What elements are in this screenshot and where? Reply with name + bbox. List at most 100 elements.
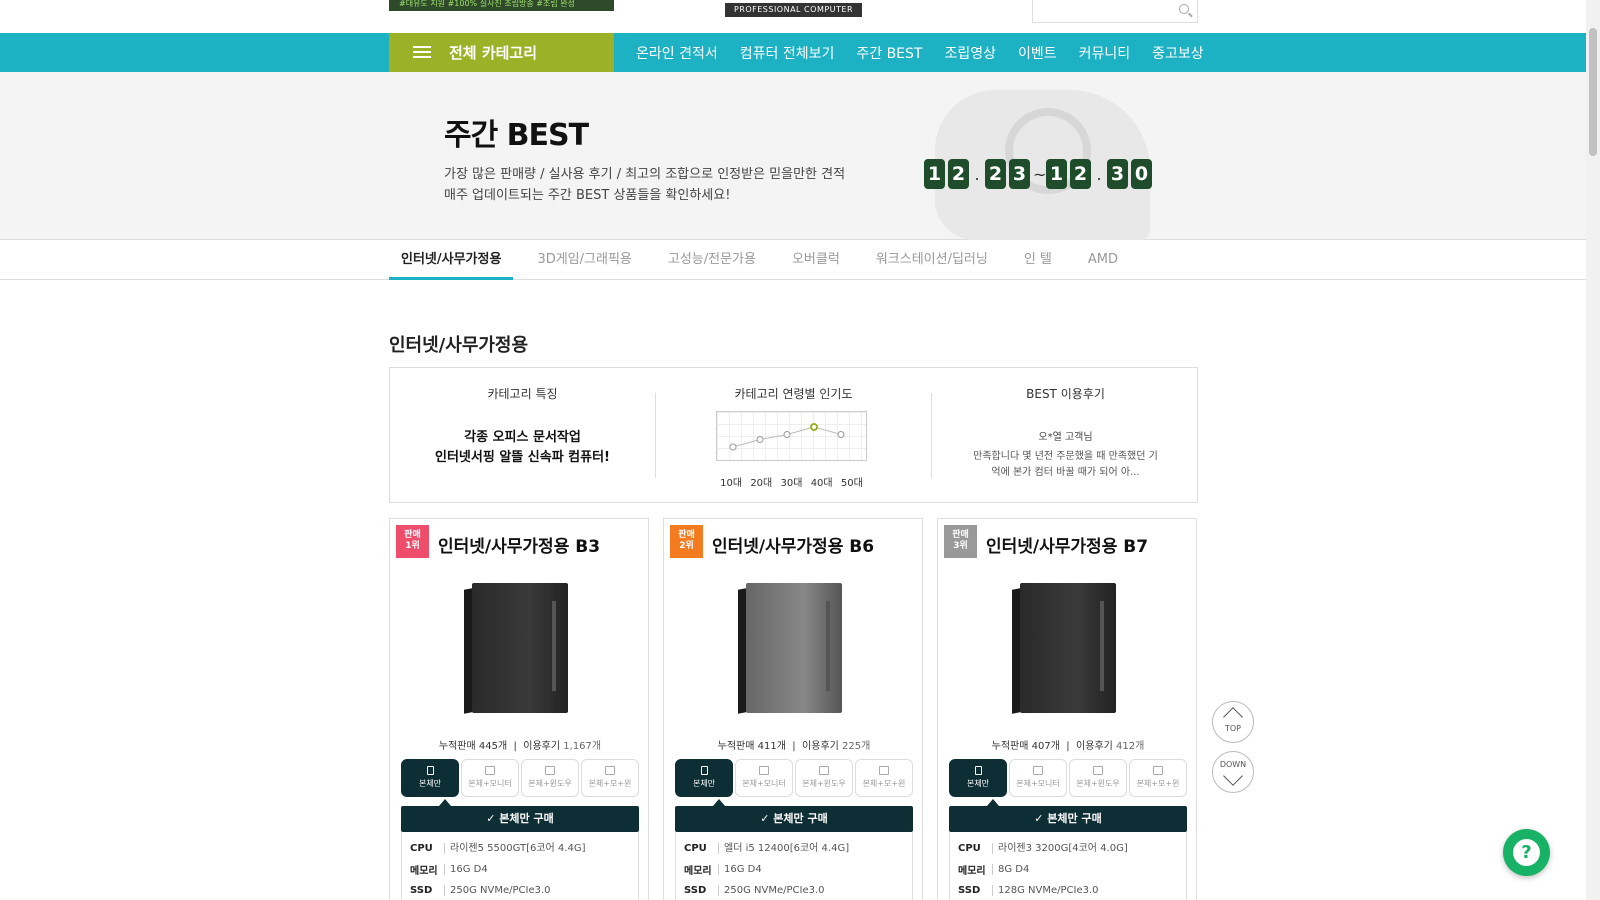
best-review[interactable]: BEST 이용후기 오*열 고객님 만족합니다 몇 년전 주문했을 때 만족했던… <box>932 368 1199 504</box>
nav-item-online-estimate[interactable]: 온라인 견적서 <box>636 43 718 63</box>
spec-list: CPU 라이젠3 3200G[4코어 4.0G] 메모리 8G D4 SSD 128G… <box>949 832 1187 900</box>
monitor-icon <box>819 766 829 775</box>
search-input[interactable] <box>1032 0 1198 23</box>
scrollbar-thumb[interactable] <box>1589 28 1597 156</box>
chevron-down-icon <box>1223 766 1243 786</box>
monitor-icon <box>485 766 495 775</box>
option-button[interactable]: 본체만 <box>675 759 733 797</box>
option-button[interactable]: 본체+모니터 <box>1009 759 1067 797</box>
option-button[interactable]: 본체+모+윈 <box>855 759 913 797</box>
date-sep: . <box>974 164 980 184</box>
menu-icon <box>413 46 431 59</box>
tab-internet-office[interactable]: 인터넷/사무가정용 <box>389 240 514 280</box>
option-button[interactable]: 본체+모니터 <box>735 759 793 797</box>
option-button[interactable]: 본체만 <box>949 759 1007 797</box>
spec-row: CPU 엘더 i5 12400[6코어 4.4G] <box>684 843 850 854</box>
option-group: 본체만 본체+모니터 본체+윈도우 본체+모+윈 <box>675 759 915 797</box>
promo-banner[interactable]: #대유도 지원 #100% 실사진 조립방송 #조립 완성 <box>389 0 614 11</box>
spec-list: CPU 엘더 i5 12400[6코어 4.4G] 메모리 16G D4 SSD 25… <box>675 832 913 900</box>
buy-button[interactable]: ✓ 본체만 구매 <box>401 799 639 832</box>
nav-item-event[interactable]: 이벤트 <box>1018 43 1057 63</box>
product-card[interactable]: 판매 3위 인터넷/사무가정용 B7 누적판매 407개 | 이용후기 412개… <box>937 518 1197 900</box>
date-digit: 3 <box>1107 159 1128 189</box>
main-nav: 전체 카테고리 온라인 견적서 컴퓨터 전체보기 주간 BEST 조립영상 이벤… <box>0 33 1586 72</box>
option-button[interactable]: 본체+윈도우 <box>795 759 853 797</box>
spec-row: SSD 128G NVMe/PCIe3.0 <box>958 885 1099 896</box>
option-button[interactable]: 본체+모+윈 <box>1129 759 1187 797</box>
option-button[interactable]: 본체만 <box>401 759 459 797</box>
nav-item-weekly-best[interactable]: 주간 BEST <box>856 43 922 63</box>
age-label: 40대 <box>810 478 833 489</box>
age-label: 20대 <box>750 478 773 489</box>
age-chart-svg <box>729 423 845 451</box>
nav-item-community[interactable]: 커뮤니티 <box>1079 43 1131 63</box>
rank-badge: 판매 3위 <box>944 525 977 558</box>
age-point <box>783 431 791 438</box>
tab-workstation[interactable]: 워크스테이션/딥러닝 <box>864 240 1000 280</box>
category-feature: 카테고리 특징 각종 오피스 문서작업 인터넷서핑 알뜰 신속파 컴퓨터! <box>435 387 610 465</box>
rank-badge: 판매 1위 <box>396 525 429 558</box>
buy-button[interactable]: ✓ 본체만 구매 <box>675 799 913 832</box>
all-category-button[interactable]: 전체 카테고리 <box>389 33 614 72</box>
option-button[interactable]: 본체+윈도우 <box>1069 759 1127 797</box>
tab-high-performance[interactable]: 고성능/전문가용 <box>656 240 768 280</box>
tab-overclock[interactable]: 오버클럭 <box>780 240 852 280</box>
date-digit: 0 <box>1131 159 1152 189</box>
date-digit: 3 <box>1009 159 1030 189</box>
tab-amd[interactable]: AMD <box>1076 240 1130 280</box>
scrollbar[interactable] <box>1586 0 1600 900</box>
tab-intel[interactable]: 인 텔 <box>1012 240 1064 280</box>
spec-row: SSD 250G NVMe/PCIe3.0 <box>684 885 825 896</box>
age-point <box>810 423 818 431</box>
age-point <box>729 443 737 451</box>
age-labels: 10대 20대 30대 40대 50대 <box>716 474 867 489</box>
nav-item-trade-in[interactable]: 중고보상 <box>1152 43 1204 63</box>
monitor-icon <box>759 766 769 775</box>
date-range: 1 2 . 2 3 ~ 1 2 . 3 0 <box>924 159 1155 189</box>
product-stats: 누적판매 407개 | 이용후기 412개 <box>991 741 1145 752</box>
option-button[interactable]: 본체+윈도우 <box>521 759 579 797</box>
age-label: 10대 <box>720 478 743 489</box>
help-chat-button[interactable]: ? <box>1503 829 1550 876</box>
all-category-label: 전체 카테고리 <box>449 44 538 62</box>
product-name[interactable]: 인터넷/사무가정용 B6 <box>712 532 874 557</box>
option-group: 본체만 본체+모니터 본체+윈도우 본체+모+윈 <box>949 759 1189 797</box>
product-name[interactable]: 인터넷/사무가정용 B3 <box>438 532 600 557</box>
age-popularity: 카테고리 연령별 인기도 10대 20대 30대 40대 50대 <box>656 368 931 504</box>
spec-row: CPU 라이젠3 3200G[4코어 4.0G] <box>958 843 1128 854</box>
monitor-icon <box>879 766 889 775</box>
option-button[interactable]: 본체+모+윈 <box>581 759 639 797</box>
monitor-icon <box>1153 766 1163 775</box>
scroll-top-button[interactable]: TOP <box>1212 701 1254 743</box>
product-image[interactable] <box>1020 583 1116 713</box>
age-chart <box>716 411 867 461</box>
buy-button[interactable]: ✓ 본체만 구매 <box>949 799 1187 832</box>
product-image[interactable] <box>472 583 568 713</box>
option-group: 본체만 본체+모니터 본체+윈도우 본체+모+윈 <box>401 759 641 797</box>
hero-section: 주간 BEST 가장 많은 판매량 / 실사용 후기 / 최고의 조합으로 인정… <box>0 72 1586 240</box>
tower-icon <box>974 766 982 775</box>
nav-item-all-computers[interactable]: 컴퓨터 전체보기 <box>740 43 835 63</box>
spec-row: 메모리 16G D4 <box>684 864 762 877</box>
logo[interactable]: PROFESSIONAL COMPUTER <box>725 3 862 17</box>
date-digit: 2 <box>1070 159 1091 189</box>
category-tabs: 인터넷/사무가정용 3D게임/그래픽용 고성능/전문가용 오버클럭 워크스테이션… <box>0 240 1586 280</box>
option-button[interactable]: 본체+모니터 <box>461 759 519 797</box>
nav-item-assembly-video[interactable]: 조립영상 <box>944 43 996 63</box>
product-card[interactable]: 판매 2위 인터넷/사무가정용 B6 누적판매 411개 | 이용후기 225개… <box>663 518 923 900</box>
age-point <box>837 431 845 438</box>
product-image[interactable] <box>746 583 842 713</box>
product-stats: 누적판매 445개 | 이용후기 1,167개 <box>438 741 602 752</box>
monitor-icon <box>1033 766 1043 775</box>
search-icon[interactable] <box>1179 4 1189 14</box>
date-digit: 2 <box>948 159 969 189</box>
tower-icon <box>700 766 708 775</box>
spec-list: CPU 라이젠5 5500GT[6코어 4.4G] 메모리 16G D4 SSD 25… <box>401 832 639 900</box>
product-stats: 누적판매 411개 | 이용후기 225개 <box>717 741 871 752</box>
product-name[interactable]: 인터넷/사무가정용 B7 <box>986 532 1148 557</box>
scroll-down-button[interactable]: DOWN <box>1212 751 1254 793</box>
age-label: 30대 <box>780 478 803 489</box>
spec-row: SSD 250G NVMe/PCIe3.0 <box>410 885 551 896</box>
product-card[interactable]: 판매 1위 인터넷/사무가정용 B3 누적판매 445개 | 이용후기 1,16… <box>389 518 649 900</box>
tab-3d-game[interactable]: 3D게임/그래픽용 <box>525 240 643 280</box>
